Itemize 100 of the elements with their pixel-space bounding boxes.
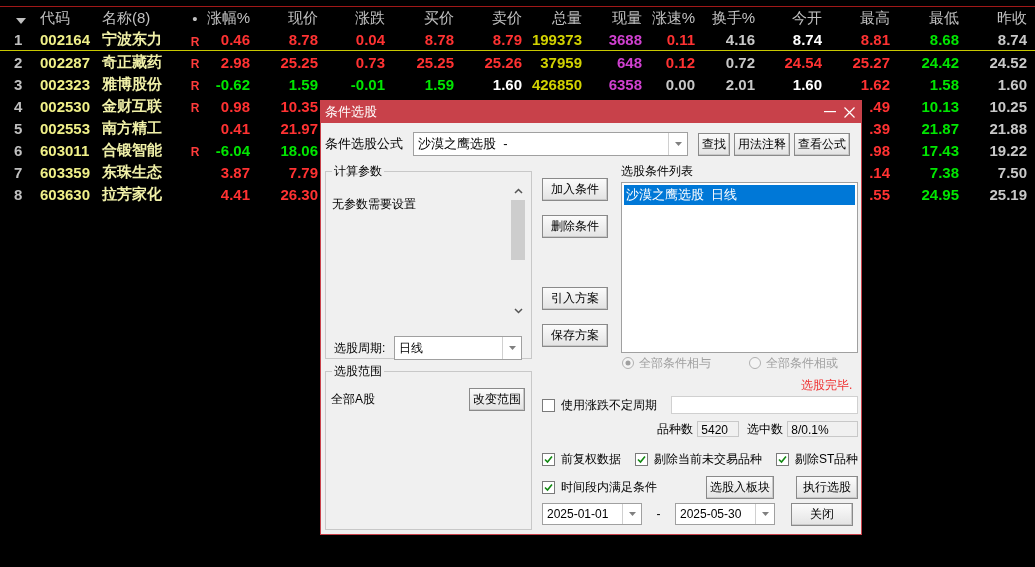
scheme-button[interactable]: 引入方案 xyxy=(542,287,608,310)
close-button[interactable]: 关闭 xyxy=(791,502,853,526)
column-header[interactable]: • xyxy=(185,9,205,27)
change-scope-button[interactable]: 改变范围 xyxy=(469,388,525,411)
column-header[interactable]: 今开 xyxy=(755,8,822,28)
count-label: 品种数 xyxy=(657,420,694,438)
table-cell: 648 xyxy=(616,53,642,71)
stock-name: 南方精工 xyxy=(102,118,162,136)
checkbox[interactable] xyxy=(542,480,555,494)
column-header[interactable]: 涨幅% xyxy=(205,8,250,28)
close-icon[interactable] xyxy=(844,106,855,118)
chevron-down-icon[interactable] xyxy=(513,308,523,314)
table-cell: 8.68 xyxy=(929,31,959,48)
column-header[interactable]: 买价 xyxy=(385,8,454,28)
minimize-icon[interactable] xyxy=(824,111,836,113)
table-cell: 8.74 xyxy=(792,31,822,48)
table-cell: 0.72 xyxy=(725,53,755,71)
table-cell: 10.35 xyxy=(280,97,318,115)
dropdown-arrow-icon xyxy=(761,512,769,516)
table-cell: 0.98 xyxy=(220,97,250,115)
column-header[interactable]: 涨速% xyxy=(642,8,695,28)
chevron-up-icon[interactable] xyxy=(513,188,523,194)
sort-indicator-icon[interactable] xyxy=(16,17,26,24)
table-cell: 4.16 xyxy=(725,31,755,48)
table-cell: 25.19 xyxy=(989,185,1027,203)
column-header[interactable]: 代码 xyxy=(40,8,102,28)
checkbox[interactable] xyxy=(542,452,555,466)
table-cell: 0.04 xyxy=(355,31,385,48)
column-header[interactable]: 现量 xyxy=(582,8,642,28)
condition-button[interactable]: 加入条件 xyxy=(542,178,608,201)
stock-code: 002530 xyxy=(40,97,91,115)
checkbox-label: 使用涨跌不定周期 xyxy=(561,396,657,414)
column-header[interactable]: 卖价 xyxy=(454,8,522,28)
table-cell: -6.04 xyxy=(215,141,250,159)
column-header[interactable]: 名称(8) xyxy=(102,8,185,28)
formula-button[interactable]: 查找 xyxy=(698,132,730,156)
formula-button[interactable]: 用法注释 xyxy=(734,132,790,156)
table-cell: 19.22 xyxy=(989,141,1027,159)
checkbox-label: 时间段内满足条件 xyxy=(561,478,657,496)
stock-code: 002164 xyxy=(40,31,91,48)
column-header[interactable]: 最高 xyxy=(822,8,890,28)
formula-dropdown[interactable]: 沙漠之鹰选股 - xyxy=(413,132,688,156)
condition-button[interactable]: 删除条件 xyxy=(542,215,608,238)
action-button[interactable]: 执行选股 xyxy=(796,475,859,499)
stock-code: 603630 xyxy=(40,185,91,203)
start-date-picker[interactable]: 2025-01-01 xyxy=(542,503,642,525)
column-header[interactable]: 现价 xyxy=(250,8,318,28)
count-field: 5420 xyxy=(697,421,740,437)
table-cell: 0.11 xyxy=(666,31,695,48)
column-header[interactable]: 总量 xyxy=(522,8,582,28)
radio-label: 全部条件相或 xyxy=(766,354,838,372)
window-title: 条件选股 xyxy=(325,103,378,121)
table-cell: 1.58 xyxy=(929,75,959,93)
table-cell: 8.81 xyxy=(860,31,890,48)
radio-label: 全部条件相与 xyxy=(639,354,711,372)
flag-label: R xyxy=(190,34,200,49)
row-number: 6 xyxy=(13,141,24,159)
row-number: 3 xyxy=(13,75,24,93)
column-header[interactable]: 昨收 xyxy=(959,8,1027,28)
checkbox[interactable] xyxy=(635,452,648,466)
table-cell: 0.00 xyxy=(665,75,695,93)
table-cell: 10.25 xyxy=(989,97,1027,115)
table-cell: 24.95 xyxy=(921,185,959,203)
period-input[interactable] xyxy=(671,396,859,414)
table-cell: 26.30 xyxy=(280,185,318,203)
dropdown-arrow-icon xyxy=(628,512,636,516)
stock-name: 雅博股份 xyxy=(102,74,162,92)
status-text: 选股完毕. xyxy=(801,378,853,392)
column-header[interactable]: 涨跌 xyxy=(318,8,385,28)
list-item[interactable]: 沙漠之鹰选股 日线 xyxy=(624,185,856,205)
stock-code: 002287 xyxy=(40,53,91,71)
end-date-picker[interactable]: 2025-05-30 xyxy=(675,503,775,525)
stock-code: 603359 xyxy=(40,163,91,181)
table-cell: 8.78 xyxy=(424,31,454,48)
table-cell: 2.01 xyxy=(725,75,755,93)
column-header[interactable]: 最低 xyxy=(890,8,959,28)
period-dropdown[interactable]: 日线 xyxy=(394,336,522,360)
table-cell: 21.88 xyxy=(989,119,1027,137)
formula-button[interactable]: 查看公式 xyxy=(794,132,850,156)
table-cell: 7.50 xyxy=(997,163,1027,181)
action-button[interactable]: 选股入板块 xyxy=(706,475,775,499)
table-cell: 426850 xyxy=(531,75,582,93)
checkbox[interactable] xyxy=(542,398,555,412)
checkbox[interactable] xyxy=(776,452,789,466)
dropdown-arrow-icon xyxy=(508,346,516,350)
flag-label: R xyxy=(190,145,200,159)
panel-title: 选股范围 xyxy=(333,363,383,380)
stock-name: 东珠生态 xyxy=(102,162,162,180)
dropdown-arrow-icon xyxy=(674,142,682,146)
column-header[interactable]: 换手% xyxy=(695,8,755,28)
table-cell: 1.60 xyxy=(997,75,1027,93)
scheme-button[interactable]: 保存方案 xyxy=(542,324,608,347)
stock-name: 金财互联 xyxy=(102,96,162,114)
table-cell: 2.98 xyxy=(220,53,250,71)
table-cell: 21.87 xyxy=(921,119,959,137)
table-cell: -0.62 xyxy=(215,75,250,93)
period-label: 选股周期: xyxy=(334,339,387,357)
table-cell: 1.60 xyxy=(792,75,822,93)
table-cell: .49 xyxy=(869,97,890,115)
table-cell: 24.52 xyxy=(989,53,1027,71)
